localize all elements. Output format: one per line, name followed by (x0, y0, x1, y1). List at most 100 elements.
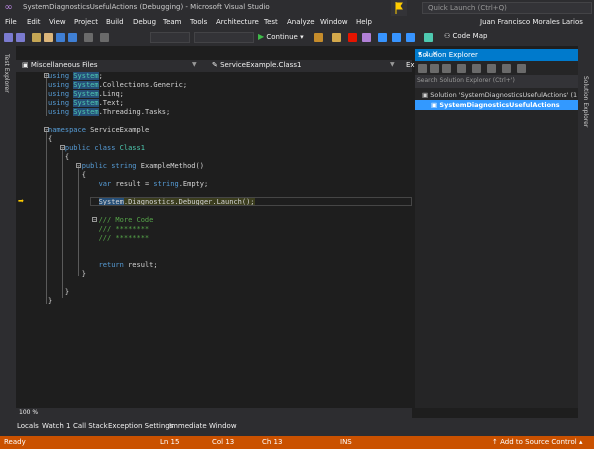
project-icon: ▣ (431, 101, 438, 109)
code-line-23: } (48, 270, 86, 278)
editor-navigation-bar: ▣ Miscellaneous Files ▼ ✎ ServiceExample… (16, 60, 419, 72)
tab-call-stack[interactable]: Call Stack (73, 422, 108, 430)
zoom-level[interactable]: 100 % (19, 409, 38, 416)
stop-icon[interactable] (348, 33, 357, 42)
code-line-9: public class Class1 (64, 144, 145, 152)
solution-explorer-header: Solution Explorer ▾ ⊥ ✕ (415, 49, 578, 61)
solution-explorer-toolbar (415, 61, 578, 75)
source-control-button[interactable]: ↑ Add to Source Control ▴ (492, 438, 582, 446)
menu-analyze[interactable]: Analyze (287, 18, 315, 26)
status-bar: Ready Ln 15 Col 13 Ch 13 INS ↑ Add to So… (0, 436, 594, 449)
project-dropdown-label: Miscellaneous Files (30, 61, 98, 69)
class-dropdown-label: ServiceExample.Class1 (220, 61, 302, 69)
code-line-1: using System; (48, 72, 103, 80)
undo-icon[interactable] (84, 33, 93, 42)
solution-configuration-dropdown[interactable] (150, 32, 190, 43)
tab-exception-settings[interactable]: Exception Settings (108, 422, 173, 430)
code-line-25: } (48, 288, 70, 296)
save-all-icon[interactable] (68, 33, 77, 42)
code-line-3: using System.Linq; (48, 90, 124, 98)
menu-team[interactable]: Team (163, 18, 182, 26)
back-icon[interactable] (418, 64, 427, 73)
menu-bar: File Edit View Project Build Debug Team … (0, 16, 594, 30)
menu-file[interactable]: File (5, 18, 17, 26)
status-char: Ch 13 (262, 438, 283, 446)
collapse-all-icon[interactable] (487, 64, 496, 73)
sync-icon[interactable] (457, 64, 466, 73)
break-all-icon[interactable] (332, 33, 341, 42)
menu-test[interactable]: Test (264, 18, 278, 26)
step-out-icon[interactable] (406, 33, 415, 42)
left-tool-strip: Test Explorer (0, 46, 16, 418)
restart-icon[interactable] (362, 33, 371, 42)
back-icon[interactable] (4, 33, 13, 42)
notifications-button[interactable] (391, 0, 407, 16)
menu-edit[interactable]: Edit (27, 18, 41, 26)
code-editor[interactable]: − − − − − using System; using System.Col… (16, 72, 412, 408)
status-column: Col 13 (212, 438, 235, 446)
user-name[interactable]: Juan Francisco Morales Larios (480, 18, 583, 26)
quick-launch-input[interactable]: Quick Launch (Ctrl+Q) (422, 2, 592, 14)
menu-build[interactable]: Build (106, 18, 124, 26)
step-over-icon[interactable] (378, 33, 387, 42)
menu-architecture[interactable]: Architecture (216, 18, 259, 26)
status-ready: Ready (4, 438, 26, 446)
forward-icon[interactable] (430, 64, 439, 73)
outline-guide (46, 74, 47, 116)
up-arrow-icon: ↑ (492, 438, 498, 446)
solution-explorer-side-tab[interactable]: Solution Explorer (582, 76, 589, 127)
execution-pointer-icon: ➡ (18, 197, 24, 205)
code-line-26: } (48, 297, 53, 305)
forward-icon[interactable] (16, 33, 25, 42)
project-label: SystemDiagnosticsUsefulActions (439, 101, 560, 109)
code-line-19: /// ******** (98, 234, 150, 242)
wrench-icon[interactable] (517, 64, 526, 73)
tab-locals[interactable]: Locals (17, 422, 39, 430)
menu-view[interactable]: View (49, 18, 66, 26)
project-dropdown[interactable]: ▣ Miscellaneous Files (22, 61, 98, 69)
flag-icon (395, 2, 403, 14)
lightning-icon[interactable] (314, 33, 323, 42)
tab-immediate-window[interactable]: Immediate Window (169, 422, 237, 430)
refresh-icon[interactable] (472, 64, 481, 73)
code-line-13: var result = string.Empty; (98, 180, 209, 188)
step-into-icon[interactable] (392, 33, 401, 42)
tab-watch-1[interactable]: Watch 1 (42, 422, 70, 430)
open-folder-icon[interactable] (44, 33, 53, 42)
solution-explorer-search-input[interactable]: Search Solution Explorer (Ctrl+') (415, 75, 578, 88)
test-explorer-tab[interactable]: Test Explorer (3, 54, 10, 93)
properties-icon[interactable] (502, 64, 511, 73)
outline-guide (46, 130, 47, 304)
code-line-22: return result; (98, 261, 158, 269)
chevron-down-icon: ▼ (192, 61, 197, 68)
new-project-icon[interactable] (32, 33, 41, 42)
menu-help[interactable]: Help (356, 18, 372, 26)
code-line-17: /// More Code (98, 216, 154, 224)
bottom-tool-tabs: Locals Watch 1 Call Stack Exception Sett… (0, 418, 594, 436)
redo-icon[interactable] (100, 33, 109, 42)
menu-project[interactable]: Project (74, 18, 98, 26)
code-line-12: { (48, 171, 86, 179)
continue-button[interactable]: ▶ Continue ▾ (258, 32, 304, 41)
home-icon[interactable] (442, 64, 451, 73)
code-map-label: Code Map (452, 32, 488, 40)
tree-item-solution[interactable]: ▣ Solution 'SystemDiagnosticsUsefulActio… (415, 90, 578, 100)
code-map-icon: ⚇ (444, 32, 451, 40)
tool-icon[interactable] (424, 33, 433, 42)
pin-icon[interactable]: ▾ ⊥ ✕ (418, 50, 575, 58)
menu-window[interactable]: Window (320, 18, 348, 26)
right-tool-strip: Solution Explorer (578, 46, 594, 418)
tree-item-project[interactable]: ▣ SystemDiagnosticsUsefulActions (415, 100, 578, 110)
editor-zoom-bar: 100 % (16, 408, 412, 418)
code-line-5: using System.Threading.Tasks; (48, 108, 171, 116)
visual-studio-logo-icon: ∞ (4, 2, 13, 13)
code-line-8: { (48, 135, 53, 143)
menu-debug[interactable]: Debug (133, 18, 156, 26)
solution-platform-dropdown[interactable] (194, 32, 254, 43)
play-icon: ▶ (258, 32, 265, 41)
code-map-button[interactable]: ⚇ Code Map (444, 32, 487, 40)
menu-tools[interactable]: Tools (190, 18, 207, 26)
class-dropdown[interactable]: ✎ ServiceExample.Class1 (212, 61, 301, 69)
save-icon[interactable] (56, 33, 65, 42)
code-line-18: /// ******** (98, 225, 150, 233)
